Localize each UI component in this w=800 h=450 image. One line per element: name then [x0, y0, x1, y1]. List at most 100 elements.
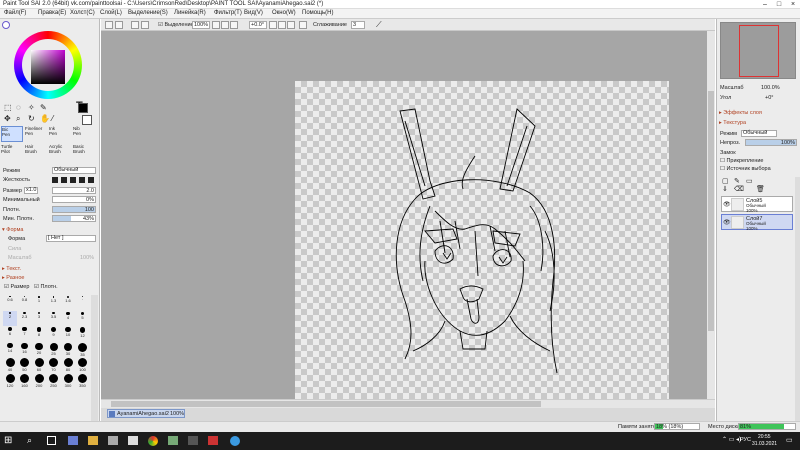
selection-source-checkbox[interactable]: ☐ Источник выбора — [720, 166, 771, 172]
menu-item[interactable]: Правка(E) — [38, 10, 66, 16]
stabilizer-select[interactable]: 3 — [351, 21, 365, 29]
blend-mode-select[interactable]: Обычный — [741, 130, 777, 137]
brush-size-cell[interactable]: 0.8 — [18, 295, 32, 310]
magic-wand-icon[interactable]: ✧ — [28, 103, 35, 113]
new-folder-icon[interactable]: ▭ — [746, 177, 753, 185]
menu-item[interactable]: Холст(C) — [70, 10, 95, 16]
brush-size-cell[interactable]: 120 — [3, 373, 17, 388]
taskbar-app-icon[interactable] — [168, 436, 178, 445]
min-density-slider[interactable]: 43% — [52, 215, 96, 222]
brush-size-cell[interactable]: 60 — [32, 357, 46, 372]
min-size-slider[interactable]: 0% — [52, 196, 96, 203]
brush-size-cell[interactable]: 8 — [32, 326, 46, 341]
new-linework-icon[interactable]: ✎ — [734, 177, 740, 185]
brush-size-cell[interactable]: 4 — [61, 311, 75, 326]
brush-size-cell[interactable]: 300 — [61, 373, 75, 388]
close-button[interactable]: × — [786, 0, 800, 9]
brush-preset[interactable]: Acrylic Brush — [49, 144, 71, 160]
shape-section[interactable]: ▾ Форма — [2, 227, 23, 233]
brush-size-cell[interactable]: 14 — [3, 342, 17, 357]
vertical-scrollbar[interactable] — [707, 31, 715, 399]
brush-size-cell[interactable]: 30 — [61, 342, 75, 357]
opacity-slider[interactable]: 100% — [745, 139, 797, 146]
horizontal-scrollbar[interactable] — [101, 399, 715, 408]
language-indicator[interactable]: РУС — [740, 437, 751, 443]
brush-size-cell[interactable]: 1.6 — [61, 295, 75, 310]
brush-size-cell[interactable]: 50 — [18, 357, 32, 372]
undo-icon[interactable] — [105, 21, 113, 29]
maximize-button[interactable]: □ — [772, 0, 786, 9]
brush-size-cell[interactable]: 25 — [47, 342, 61, 357]
taskbar-app-icon[interactable] — [68, 436, 78, 445]
color-square[interactable] — [31, 50, 65, 84]
menu-item[interactable]: Линейка(R) — [174, 10, 206, 16]
select-pen-icon[interactable]: ✎ — [40, 103, 47, 113]
new-layer-icon[interactable]: ▢ — [722, 177, 729, 185]
hardness-selector[interactable] — [52, 177, 96, 183]
brush-preset[interactable]: Bic Pen — [1, 126, 23, 142]
brush-size-cell[interactable]: 350 — [76, 373, 90, 388]
stroke-icon[interactable]: ⟋ — [376, 21, 382, 29]
brush-preset[interactable]: Ink Pen — [49, 126, 71, 142]
rotate-icon[interactable]: ↻ — [28, 114, 35, 124]
selection-toggle[interactable]: ☑ Выделение — [158, 21, 194, 29]
brush-size-cell[interactable]: 80 — [61, 357, 75, 372]
layer-list-scrollbar[interactable] — [795, 177, 800, 427]
brush-size-cell[interactable]: 35 — [76, 342, 90, 357]
notifications-icon[interactable]: ▭ — [786, 436, 793, 444]
brush-size-cell[interactable]: 9 — [47, 326, 61, 341]
menu-item[interactable]: Вид(V) — [244, 10, 263, 16]
task-view-icon[interactable] — [47, 436, 56, 445]
primary-color-swatch[interactable] — [78, 103, 88, 113]
eyedropper-icon[interactable]: ⁄ — [52, 114, 53, 124]
rotate-right-icon[interactable] — [278, 21, 286, 29]
move-icon[interactable]: ✥ — [4, 114, 11, 124]
merge-icon[interactable]: ⇓ — [722, 185, 728, 193]
paint-tool-sai-icon[interactable] — [208, 436, 218, 445]
rotate-left-icon[interactable] — [269, 21, 277, 29]
brush-preset[interactable]: Turtle Pilot — [1, 144, 23, 160]
brush-size-cell[interactable]: 70 — [47, 357, 61, 372]
brush-size-cell[interactable]: 7 — [18, 326, 32, 341]
zoom-out-icon[interactable] — [212, 21, 220, 29]
size-slider[interactable]: 2.0 — [52, 187, 96, 194]
shape-select[interactable]: [ Нет ] — [46, 235, 96, 242]
size-checkbox[interactable]: ☑ Размер — [4, 284, 29, 290]
density-slider[interactable]: 100 — [52, 206, 96, 213]
file-explorer-icon[interactable] — [88, 436, 98, 445]
invert-selection-icon[interactable] — [141, 21, 149, 29]
tray-icons[interactable]: ⌃ ▭ ◂) — [722, 436, 741, 443]
visibility-icon[interactable]: 👁 — [723, 219, 731, 226]
menu-item[interactable]: Выделение(S) — [128, 10, 168, 16]
visibility-icon[interactable]: 👁 — [723, 201, 731, 208]
navigator-viewport[interactable] — [739, 25, 779, 77]
artboard[interactable] — [295, 81, 669, 399]
brush-size-cell[interactable]: 1.3 — [47, 295, 61, 310]
document-tab[interactable]: AyanamiAhegao.sai2 100% — [107, 409, 185, 418]
brush-size-cell[interactable]: 0.6 — [3, 295, 17, 310]
brush-size-cell[interactable]: 12 — [76, 326, 90, 341]
brush-size-cell[interactable]: 2 — [3, 310, 17, 326]
brush-size-cell[interactable]: 20 — [32, 342, 46, 357]
brush-preset[interactable]: Basic Brush — [73, 144, 95, 160]
secondary-color-swatch[interactable] — [82, 115, 92, 125]
brush-preset[interactable]: Fineliner Pen — [25, 126, 47, 142]
chrome-icon[interactable] — [148, 436, 158, 446]
size-grid-scrollbar[interactable] — [91, 295, 98, 425]
brush-size-cell[interactable]: 1 — [32, 295, 46, 310]
layer-texture-section[interactable]: ▸ Текстура — [719, 120, 746, 126]
taskbar-app-icon[interactable] — [108, 436, 118, 445]
minimize-button[interactable]: – — [758, 0, 772, 9]
brush-size-cell[interactable]: 10 — [61, 326, 75, 341]
layer-effects-section[interactable]: ▸ Эффекты слоя — [719, 110, 762, 116]
menu-item[interactable]: Слой(L) — [100, 10, 122, 16]
delete-layer-icon[interactable]: 🗑 — [756, 185, 765, 193]
brush-size-cell[interactable]: 250 — [47, 373, 61, 388]
texture-section[interactable]: ▸ Текст. — [2, 266, 21, 272]
deselect-icon[interactable] — [131, 21, 139, 29]
lasso-icon[interactable]: ◌ — [16, 103, 21, 113]
brush-preset[interactable]: Nib Pen — [73, 126, 95, 142]
size-multiplier[interactable]: x1.0 — [24, 187, 38, 194]
brush-preset[interactable]: Hair Brush — [25, 144, 47, 160]
start-icon[interactable]: ⊞ — [4, 435, 12, 446]
